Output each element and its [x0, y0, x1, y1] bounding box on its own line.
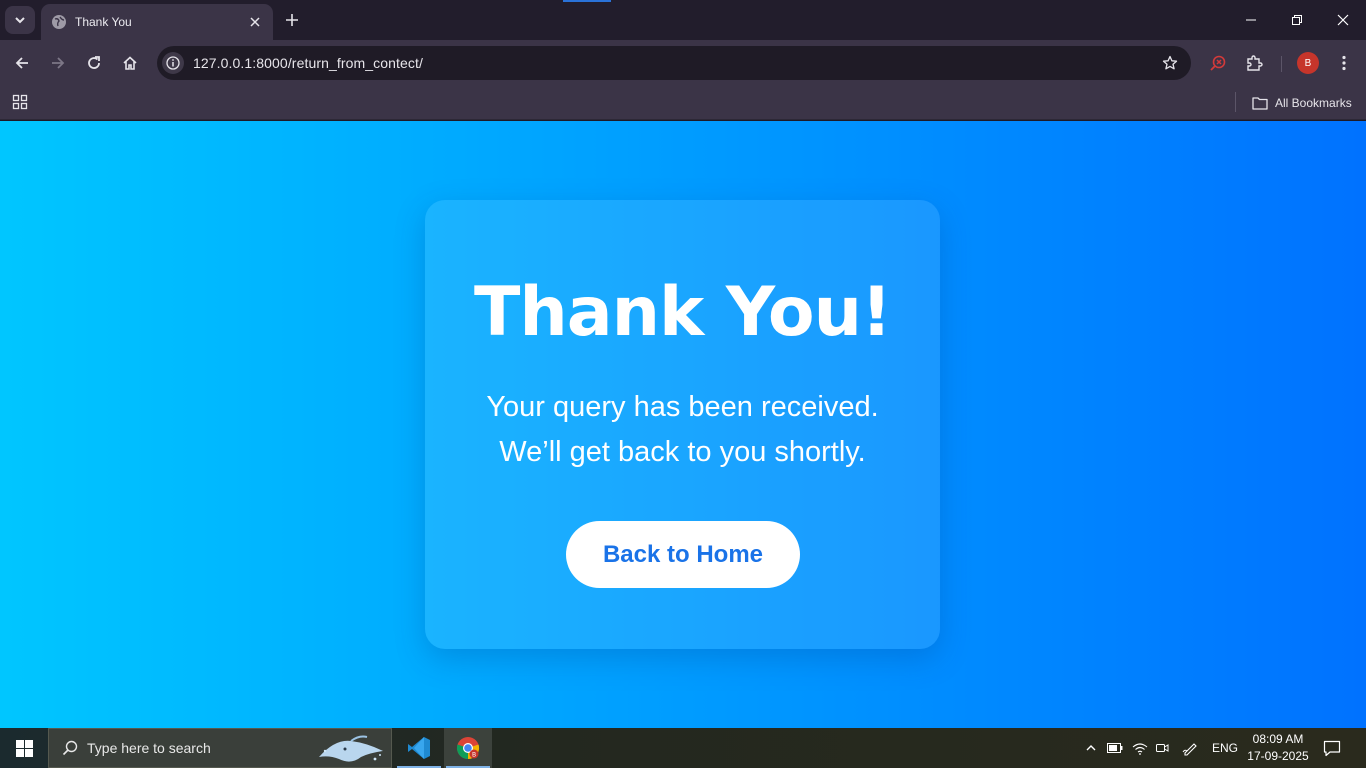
- back-to-home-button[interactable]: Back to Home: [566, 521, 800, 588]
- input-language[interactable]: ENG: [1212, 741, 1238, 755]
- site-info-icon[interactable]: [162, 52, 184, 74]
- close-icon: [1337, 14, 1349, 26]
- taskbar-vscode-button[interactable]: [395, 728, 443, 768]
- browser-toolbar: 127.0.0.1:8000/return_from_contect/: [0, 40, 1366, 86]
- wifi-icon[interactable]: [1130, 738, 1150, 758]
- tab-strip: Thank You: [0, 0, 1366, 40]
- clock-date: 17-09-2025: [1247, 749, 1309, 763]
- reload-button[interactable]: [80, 49, 108, 77]
- search-placeholder: Type here to search: [87, 740, 211, 756]
- notification-center-button[interactable]: [1320, 736, 1344, 760]
- chevron-down-icon: [15, 17, 25, 24]
- back-button[interactable]: [8, 49, 36, 77]
- active-tab[interactable]: Thank You: [41, 4, 273, 40]
- close-window-button[interactable]: [1320, 0, 1366, 40]
- reload-icon: [88, 56, 100, 69]
- chrome-icon: B: [456, 737, 480, 760]
- all-bookmarks-label: All Bookmarks: [1275, 96, 1352, 110]
- page-title: Thank You!: [473, 273, 892, 352]
- taskbar-chrome-button[interactable]: B: [444, 728, 492, 768]
- camera-in-use-icon[interactable]: [1153, 738, 1173, 758]
- bookmark-star-icon[interactable]: [1161, 54, 1179, 72]
- url-text[interactable]: 127.0.0.1:8000/return_from_contect/: [193, 55, 423, 71]
- minimize-button[interactable]: [1228, 0, 1274, 40]
- menu-button[interactable]: [1330, 49, 1358, 77]
- plus-icon: [286, 14, 298, 26]
- taskbar-search-box[interactable]: Type here to search: [48, 728, 392, 768]
- page-background: Thank You! Your query has been received.…: [0, 121, 1366, 728]
- globe-icon: [51, 14, 67, 30]
- tab-search-button[interactable]: [5, 6, 35, 34]
- restore-button[interactable]: [1274, 0, 1320, 40]
- windows-logo-icon: [15, 739, 33, 757]
- all-bookmarks-button[interactable]: All Bookmarks: [1252, 92, 1352, 114]
- tab-title: Thank You: [75, 15, 132, 29]
- home-icon: [123, 56, 137, 70]
- address-bar[interactable]: 127.0.0.1:8000/return_from_contect/: [157, 46, 1191, 80]
- folder-icon: [1252, 97, 1268, 110]
- minimize-icon: [1246, 19, 1256, 21]
- manta-ray-illustration-icon: [319, 735, 383, 762]
- kebab-menu-icon: [1342, 55, 1346, 71]
- notification-icon: [1323, 740, 1341, 757]
- home-button[interactable]: [116, 49, 144, 77]
- tracking-blocked-button[interactable]: [1204, 49, 1232, 77]
- arrow-left-icon: [15, 57, 28, 69]
- taskbar-clock[interactable]: 08:09 AM 17-09-2025: [1246, 731, 1310, 765]
- show-hidden-icons-button[interactable]: [1081, 738, 1101, 758]
- close-tab-icon[interactable]: [247, 14, 263, 30]
- pen-workspace-icon[interactable]: [1180, 738, 1200, 758]
- toolbar-separator: [1281, 56, 1282, 72]
- windows-taskbar: Type here to search B ENG 08:09 AM 17-09…: [0, 728, 1366, 768]
- puzzle-icon: [1247, 55, 1263, 71]
- new-tab-button[interactable]: [282, 10, 302, 30]
- forward-button[interactable]: [44, 49, 72, 77]
- tab-strip-accent: [563, 0, 611, 2]
- restore-icon: [1292, 15, 1302, 25]
- arrow-right-icon: [52, 57, 65, 69]
- start-button[interactable]: [0, 728, 48, 768]
- blocked-search-icon: [1210, 55, 1226, 71]
- clock-time: 08:09 AM: [1252, 732, 1304, 746]
- confirmation-message-line1: Your query has been received.: [486, 391, 879, 423]
- battery-icon[interactable]: [1105, 738, 1125, 758]
- chevron-up-icon: [1086, 745, 1096, 751]
- search-icon: [61, 739, 79, 757]
- extensions-button[interactable]: [1240, 49, 1268, 77]
- bookmarks-separator: [1235, 92, 1236, 112]
- confirmation-message-line2: We’ll get back to you shortly.: [499, 436, 866, 468]
- bookmarks-bar: All Bookmarks: [0, 86, 1366, 120]
- profile-avatar[interactable]: B: [1297, 52, 1319, 74]
- svg-text:B: B: [472, 752, 476, 759]
- vscode-icon: [408, 737, 430, 759]
- apps-grid-icon[interactable]: [11, 93, 29, 111]
- thank-you-card: Thank You! Your query has been received.…: [425, 200, 940, 649]
